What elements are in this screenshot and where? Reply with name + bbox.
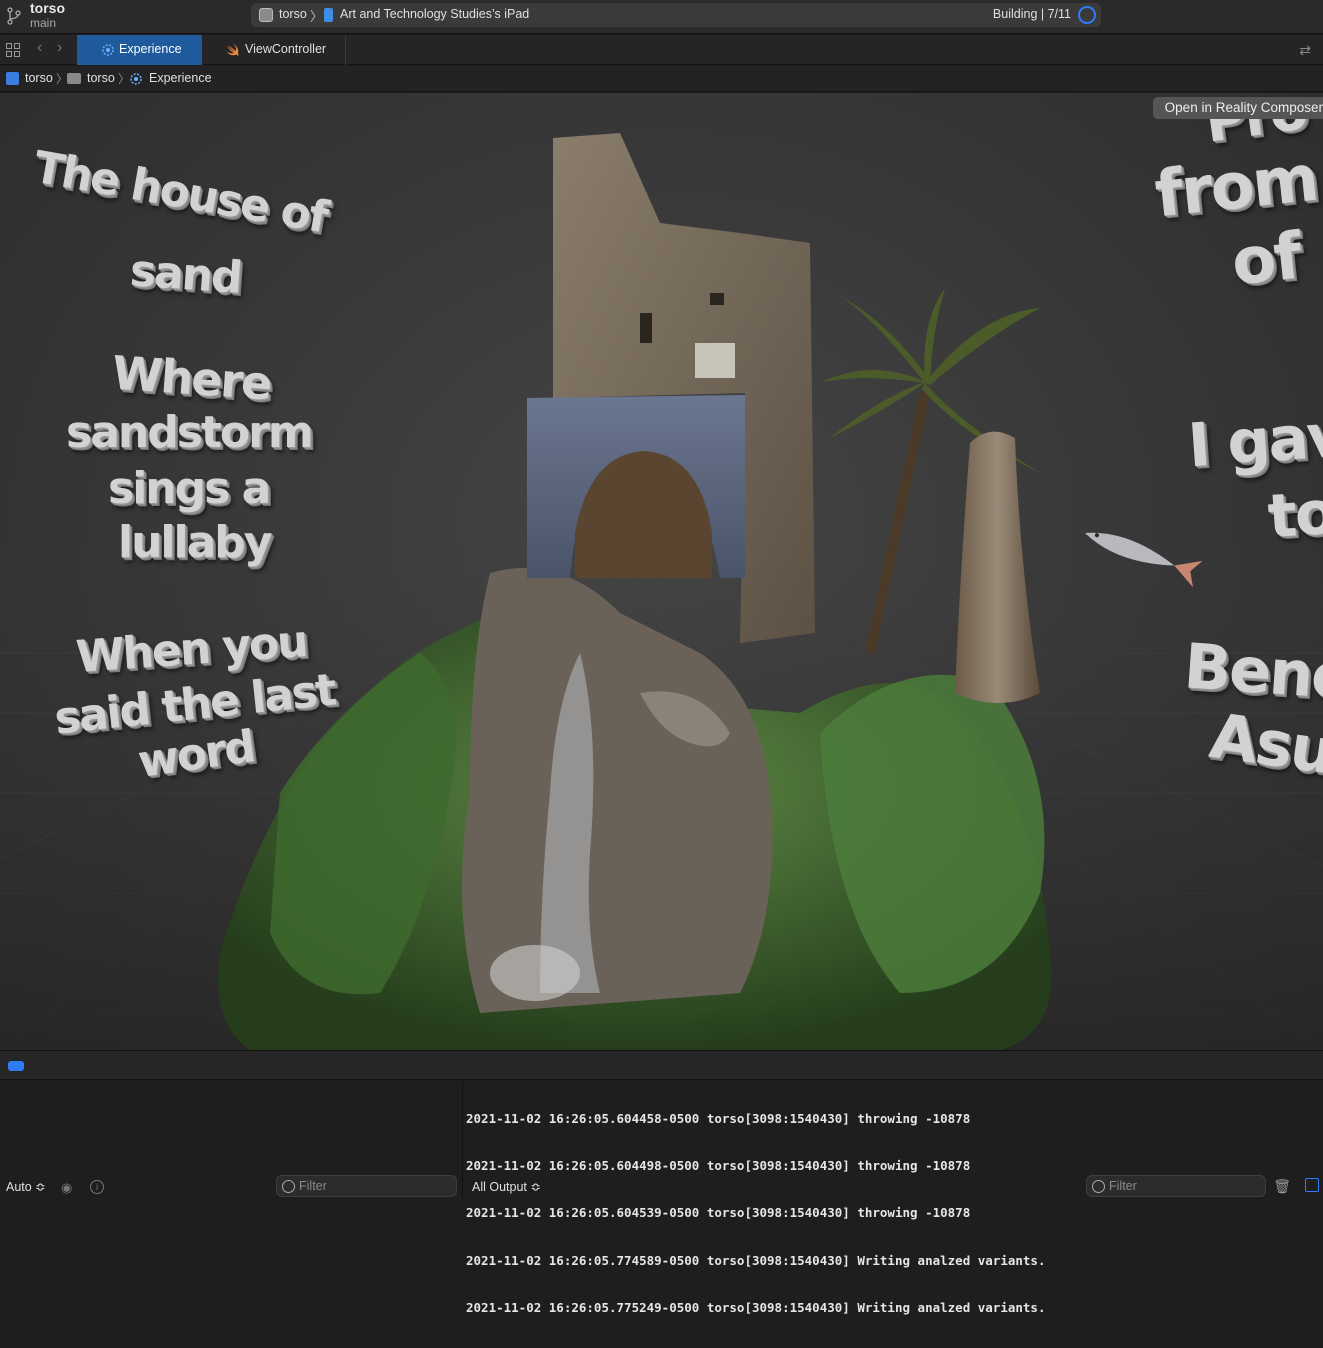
tab-label: Experience (119, 42, 182, 56)
run-destination-selector[interactable]: Art and Technology Studies’s iPad (340, 7, 529, 21)
build-status: Building | 7/11 (992, 7, 1071, 21)
reality-scene-viewport[interactable]: The house of sand Where sandstorm sings … (0, 93, 1323, 1050)
app-target-icon (259, 8, 273, 22)
scene-text-where: Where (110, 345, 273, 411)
ipad-icon (324, 8, 333, 22)
filter-placeholder: Filter (1109, 1179, 1137, 1193)
scene-text-to: to (1265, 477, 1323, 553)
scene-text-sand: sand (128, 245, 243, 304)
swap-editor-icon[interactable]: ⇄ (1299, 42, 1311, 59)
breadcrumb-scene[interactable]: Experience (149, 71, 212, 85)
tab-label: ViewController (245, 42, 327, 56)
project-name: torso (30, 0, 65, 16)
debug-area-toggle-icon[interactable] (8, 1061, 24, 1071)
console-pane[interactable]: 2021-11-02 16:26:05.604458-0500 torso[30… (464, 1081, 1323, 1315)
chevron-right-icon: 〉 (310, 9, 324, 24)
console-line: 2021-11-02 16:26:05.604539-0500 torso[30… (466, 1205, 971, 1221)
breadcrumb-folder[interactable]: torso (87, 71, 115, 85)
debug-bar (0, 1050, 1323, 1080)
console-line: 2021-11-02 16:26:05.774589-0500 torso[30… (466, 1252, 1046, 1268)
console-line: 2021-11-02 16:26:05.604498-0500 torso[30… (466, 1157, 971, 1173)
progress-spinner-icon (1078, 6, 1096, 24)
reality-scene-icon (130, 73, 142, 85)
scene-text-asu: Asu (1205, 698, 1323, 789)
tab-experience[interactable]: Experience (77, 35, 202, 65)
tab-viewcontroller[interactable]: ViewController (216, 35, 346, 65)
related-items-grid-icon[interactable] (6, 43, 20, 57)
breadcrumb-project[interactable]: torso (25, 71, 53, 85)
scene-render (0, 133, 1323, 1050)
window-toolbar: torso main torso 〉 Art and Technology St… (0, 0, 1323, 34)
breadcrumb: torso 〉 torso 〉 Experience (0, 66, 1323, 92)
filter-icon (1092, 1180, 1105, 1193)
scene-text-bene: Bene (1181, 629, 1323, 714)
branch-name: main (30, 16, 57, 30)
variables-filter-field[interactable]: Filter (276, 1175, 457, 1197)
eye-icon[interactable]: ◉ (61, 1180, 72, 1196)
forward-arrow-icon[interactable]: › (57, 39, 62, 57)
project-icon (6, 72, 19, 85)
editor-tab-bar: ‹ › Experience ViewController ⇄ (0, 35, 1323, 65)
console-filter-field[interactable]: Filter (1086, 1175, 1266, 1197)
panel-toggle-icon[interactable] (1305, 1178, 1319, 1192)
folder-icon (67, 73, 81, 84)
scene-text-sings-a: sings a (108, 463, 271, 514)
variables-pane: Auto ≎ ◉ i Filter (0, 1081, 463, 1199)
scheme-activity-bar[interactable]: torso 〉 Art and Technology Studies’s iPa… (251, 3, 1101, 27)
variables-scope-selector[interactable]: Auto ≎ (6, 1179, 46, 1194)
console-output[interactable]: 2021-11-02 16:26:05.604458-0500 torso[30… (466, 1079, 1045, 1348)
info-icon[interactable]: i (90, 1180, 104, 1194)
scene-text-sandstorm: sandstorm (66, 407, 314, 458)
filter-placeholder: Filter (299, 1179, 327, 1193)
output-filter-selector[interactable]: All Output ≎ (472, 1179, 541, 1194)
scene-text-i-gav: I gav (1185, 400, 1323, 482)
branch-icon (7, 7, 21, 25)
open-in-reality-composer-button[interactable]: Open in Reality Composer (1152, 97, 1323, 119)
scene-text-of: of (1228, 219, 1304, 301)
scene-text-from: from (1151, 141, 1321, 233)
back-arrow-icon[interactable]: ‹ (37, 39, 42, 57)
swift-icon (227, 44, 239, 56)
reality-scene-icon (102, 44, 114, 56)
trash-icon[interactable]: 🗑 (1273, 1178, 1291, 1195)
scheme-target-selector[interactable]: torso (279, 7, 307, 21)
console-line: 2021-11-02 16:26:05.775249-0500 torso[30… (466, 1300, 1046, 1316)
console-line: 2021-11-02 16:26:05.604458-0500 torso[30… (466, 1110, 971, 1126)
filter-icon (282, 1180, 295, 1193)
scene-text-lullaby: lullaby (118, 517, 272, 568)
